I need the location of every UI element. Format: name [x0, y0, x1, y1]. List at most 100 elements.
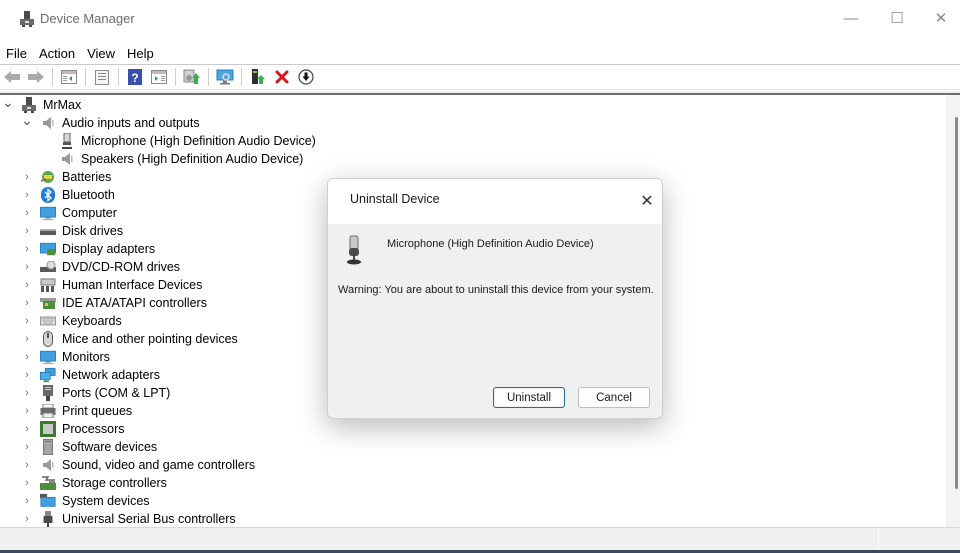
expand-chevron-icon[interactable]: ›	[21, 438, 33, 456]
dvd-drive-icon	[40, 259, 56, 275]
tree-category[interactable]: › Software devices	[21, 438, 157, 456]
maximize-icon: ☐	[890, 10, 904, 27]
tree-category[interactable]: › IDE ATA/ATAPI controllers	[21, 294, 207, 312]
cancel-button[interactable]: Cancel	[578, 387, 650, 408]
tree-category[interactable]: › Universal Serial Bus controllers	[21, 510, 236, 527]
tree-category[interactable]: › Computer	[21, 204, 117, 222]
speaker-icon	[59, 151, 75, 167]
tree-item-label: Print queues	[62, 404, 133, 418]
uninstall-device-button[interactable]	[271, 67, 293, 87]
expand-chevron-icon[interactable]: ›	[21, 186, 33, 204]
port-icon	[40, 385, 56, 401]
tree-category[interactable]: › Monitors	[21, 348, 110, 366]
microphone-icon	[347, 235, 361, 265]
toolbar-separator	[52, 68, 53, 86]
tree-category[interactable]: › Keyboards	[21, 312, 122, 330]
tree-category[interactable]: ⌄ Audio inputs and outputs	[21, 111, 199, 132]
menu-help[interactable]: Help	[121, 46, 160, 61]
tree-category[interactable]: › Batteries	[21, 168, 111, 186]
expand-chevron-icon[interactable]: ›	[21, 294, 33, 312]
collapse-chevron-icon[interactable]: ⌄	[21, 111, 33, 129]
update-driver-button[interactable]	[181, 67, 203, 87]
dialog-close-button[interactable]: ✕	[636, 190, 658, 212]
tree-item-label: Processors	[62, 422, 125, 436]
monitor-icon	[40, 349, 56, 365]
tree-category[interactable]: › Sound, video and game controllers	[21, 456, 255, 474]
enable-device-button[interactable]	[247, 67, 269, 87]
keyboard-icon	[40, 313, 56, 329]
expand-chevron-icon[interactable]: ›	[21, 474, 33, 492]
expand-chevron-icon[interactable]: ›	[21, 402, 33, 420]
tree-item-label: Ports (COM & LPT)	[62, 386, 171, 400]
vertical-scrollbar[interactable]	[946, 95, 960, 527]
properties-button[interactable]	[91, 67, 113, 87]
tree-category[interactable]: › Display adapters	[21, 240, 155, 258]
expand-chevron-icon[interactable]: ›	[21, 366, 33, 384]
expand-chevron-icon[interactable]: ›	[21, 492, 33, 510]
expand-chevron-icon[interactable]: ›	[21, 204, 33, 222]
menu-bar: File Action View Help	[0, 42, 960, 64]
menu-view[interactable]: View	[81, 46, 121, 61]
download-driver-button[interactable]	[295, 67, 317, 87]
show-hide-console-tree-button[interactable]	[58, 67, 80, 87]
status-bar	[0, 527, 960, 551]
tree-category[interactable]: › Ports (COM & LPT)	[21, 384, 170, 402]
expand-chevron-icon[interactable]: ›	[21, 510, 33, 527]
hid-icon	[40, 277, 56, 293]
tree-category[interactable]: › Storage controllers	[21, 474, 167, 492]
collapse-chevron-icon[interactable]: ⌄	[2, 95, 14, 111]
expand-chevron-icon[interactable]: ›	[21, 456, 33, 474]
expand-chevron-icon[interactable]: ›	[21, 222, 33, 240]
expand-chevron-icon[interactable]: ›	[21, 258, 33, 276]
tree-item-label: Human Interface Devices	[62, 278, 203, 292]
help-button[interactable]: ?	[124, 67, 146, 87]
minimize-button[interactable]: —	[828, 0, 874, 36]
speaker-icon	[40, 115, 56, 131]
expand-chevron-icon[interactable]: ›	[21, 348, 33, 366]
tree-category[interactable]: › Disk drives	[21, 222, 123, 240]
tree-device[interactable]: Microphone (High Definition Audio Device…	[40, 132, 316, 150]
expand-chevron-icon[interactable]: ›	[21, 240, 33, 258]
expand-chevron-icon[interactable]: ›	[21, 312, 33, 330]
tree-item-label: Speakers (High Definition Audio Device)	[81, 152, 304, 166]
tree-item-label: Disk drives	[62, 224, 124, 238]
disk-drive-icon	[40, 223, 56, 239]
forward-button[interactable]	[25, 67, 47, 87]
tree-item-label: IDE ATA/ATAPI controllers	[62, 296, 207, 310]
tree-item-label: Monitors	[62, 350, 110, 364]
tree-item-label: MrMax	[43, 98, 82, 112]
processor-icon	[40, 421, 56, 437]
tree-item-label: DVD/CD-ROM drives	[62, 260, 181, 274]
tree-category[interactable]: › System devices	[21, 492, 150, 510]
expand-chevron-icon[interactable]: ›	[21, 420, 33, 438]
expand-chevron-icon[interactable]: ›	[21, 384, 33, 402]
tree-device[interactable]: Speakers (High Definition Audio Device)	[40, 150, 303, 168]
scrollbar-thumb[interactable]	[955, 117, 958, 489]
maximize-button[interactable]: ☐	[874, 0, 920, 36]
tree-category[interactable]: › Human Interface Devices	[21, 276, 202, 294]
expand-chevron-icon[interactable]: ›	[21, 276, 33, 294]
tree-category[interactable]: › DVD/CD-ROM drives	[21, 258, 180, 276]
tree-category[interactable]: › Print queues	[21, 402, 132, 420]
tree-root[interactable]: ⌄ MrMax	[2, 95, 82, 114]
toolbar-separator	[208, 68, 209, 86]
expand-chevron-icon[interactable]: ›	[21, 168, 33, 186]
dialog-warning-text: Warning: You are about to uninstall this…	[338, 284, 654, 296]
back-button[interactable]	[1, 67, 23, 87]
tree-category[interactable]: › Bluetooth	[21, 186, 115, 204]
close-button[interactable]: ✕	[918, 0, 960, 36]
expand-chevron-icon[interactable]: ›	[21, 330, 33, 348]
menu-file[interactable]: File	[0, 46, 33, 61]
storage-controller-icon	[40, 475, 56, 491]
tree-category[interactable]: › Network adapters	[21, 366, 160, 384]
menu-action[interactable]: Action	[33, 46, 81, 61]
device-manager-icon	[20, 11, 34, 27]
scan-hardware-button[interactable]	[214, 67, 236, 87]
tree-category[interactable]: › Processors	[21, 420, 125, 438]
bluetooth-icon	[40, 187, 56, 203]
tree-category[interactable]: › Mice and other pointing devices	[21, 330, 238, 348]
show-action-pane-button[interactable]	[148, 67, 170, 87]
speaker-icon	[40, 457, 56, 473]
uninstall-button[interactable]: Uninstall	[493, 387, 565, 408]
